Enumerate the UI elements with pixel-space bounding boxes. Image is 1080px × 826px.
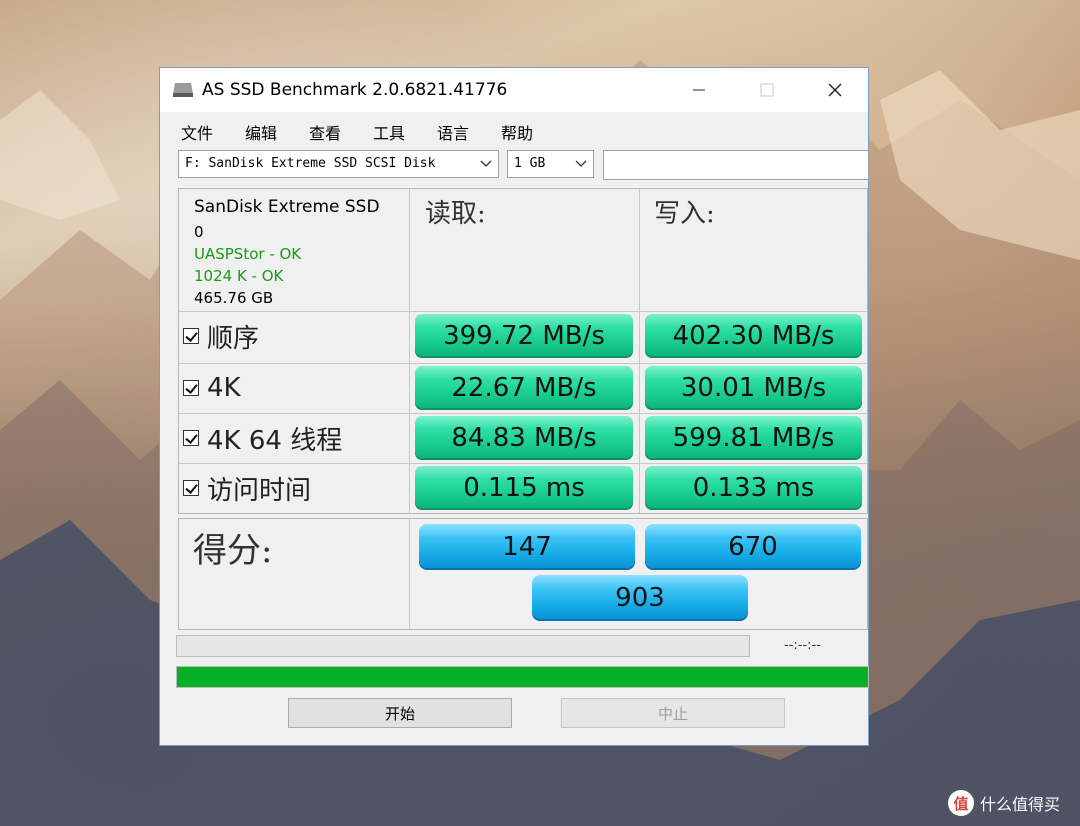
read-score: 147: [419, 524, 635, 570]
row-label-text: 4K 64 线程: [207, 425, 343, 456]
drive-info-line: 0: [194, 223, 204, 241]
chevron-down-icon: [575, 160, 587, 167]
title-bar[interactable]: AS SSD Benchmark 2.0.6821.41776: [160, 68, 868, 112]
maximize-button[interactable]: [744, 68, 790, 112]
drive-select-value: F: SanDisk Extreme SSD SCSI Disk: [185, 156, 436, 171]
grid-divider: [409, 189, 410, 513]
minimize-button[interactable]: [676, 68, 722, 112]
row-access-label[interactable]: 访问时间: [183, 463, 311, 513]
watermark: 值 什么值得买: [948, 790, 1060, 816]
menu-edit[interactable]: 编辑: [245, 120, 277, 144]
4k-read-result: 22.67 MB/s: [415, 366, 633, 410]
stop-button[interactable]: 中止: [561, 698, 785, 728]
close-icon: [828, 83, 842, 97]
row-label-text: 4K: [207, 373, 241, 403]
4k-checkbox[interactable]: [183, 380, 199, 396]
name-text-box[interactable]: [603, 150, 869, 180]
minimize-icon: [693, 89, 705, 91]
overall-progress-fill: [177, 667, 868, 687]
menu-language[interactable]: 语言: [437, 120, 469, 144]
row-4k-label[interactable]: 4K: [183, 363, 241, 413]
row-label-text: 访问时间: [207, 475, 312, 506]
overall-progress-bar: [176, 666, 869, 688]
size-select-value: 1 GB: [514, 156, 546, 171]
desktop: { "window": { "title": "AS SSD Benchmark…: [0, 0, 1080, 826]
chevron-down-icon: [480, 160, 492, 167]
grid-divider: [639, 189, 640, 513]
maximize-icon: [760, 83, 774, 97]
access-read-result: 0.115 ms: [415, 466, 633, 510]
watermark-text: 什么值得买: [980, 795, 1061, 814]
access-checkbox[interactable]: [183, 480, 199, 496]
drive-name: SanDisk Extreme SSD: [194, 197, 380, 217]
score-label: 得分:: [193, 531, 273, 571]
4k-write-result: 30.01 MB/s: [645, 366, 862, 410]
close-button[interactable]: [812, 68, 858, 112]
access-write-result: 0.133 ms: [645, 466, 862, 510]
seq-read-result: 399.72 MB/s: [415, 314, 633, 358]
test-progress-bar: [176, 635, 750, 657]
read-header: 读取:: [425, 199, 486, 229]
grid-divider: [179, 363, 867, 364]
as-ssd-window: AS SSD Benchmark 2.0.6821.41776 文件 编辑 查看…: [159, 67, 869, 746]
row-4k64-label[interactable]: 4K 64 线程: [183, 413, 342, 463]
driver-status: UASPStor - OK: [194, 245, 302, 263]
seq-write-result: 402.30 MB/s: [645, 314, 862, 358]
start-button[interactable]: 开始: [288, 698, 512, 728]
4k64-read-result: 84.83 MB/s: [415, 416, 633, 460]
4k64-checkbox[interactable]: [183, 430, 199, 446]
seq-checkbox[interactable]: [183, 328, 199, 344]
4k64-write-result: 599.81 MB/s: [645, 416, 862, 460]
menu-file[interactable]: 文件: [181, 120, 213, 144]
grid-divider: [179, 311, 867, 312]
write-header: 写入:: [654, 199, 715, 229]
watermark-icon: 值: [948, 790, 974, 816]
row-seq-label[interactable]: 顺序: [183, 311, 259, 361]
window-title: AS SSD Benchmark 2.0.6821.41776: [202, 80, 508, 100]
write-score: 670: [645, 524, 861, 570]
alignment-status: 1024 K - OK: [194, 267, 284, 285]
grid-divider: [409, 519, 410, 629]
menu-tools[interactable]: 工具: [373, 120, 405, 144]
drive-select[interactable]: F: SanDisk Extreme SSD SCSI Disk: [178, 150, 499, 178]
total-score: 903: [532, 575, 748, 621]
menu-help[interactable]: 帮助: [501, 120, 533, 144]
elapsed-time: --:--:--: [784, 638, 821, 653]
drive-icon: [173, 83, 193, 97]
menu-bar: 文件 编辑 查看 工具 语言 帮助: [160, 112, 868, 146]
menu-view[interactable]: 查看: [309, 120, 341, 144]
drive-capacity: 465.76 GB: [194, 289, 274, 307]
score-panel: 得分: 147 670 903: [178, 518, 868, 630]
size-select[interactable]: 1 GB: [507, 150, 594, 178]
results-grid: SanDisk Extreme SSD 0 UASPStor - OK 1024…: [178, 188, 868, 514]
row-label-text: 顺序: [207, 323, 260, 354]
